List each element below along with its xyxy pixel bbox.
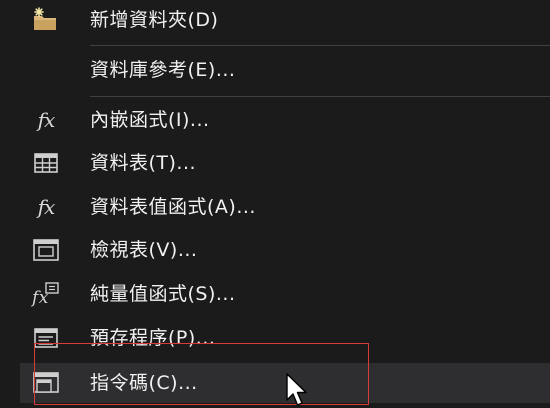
fx-function-icon: fx [37,108,56,132]
menu-item-view[interactable]: 檢視表(V)... [20,230,550,270]
new-folder-icon [30,6,62,34]
menu-item-label: 純量值函式(S)... [90,283,236,305]
menu-item-label: 資料庫參考(E)... [90,59,236,81]
menu-item-database-reference[interactable]: 資料庫參考(E)... [20,50,550,90]
menu-item-label: 資料表(T)... [90,152,197,174]
menu-item-label: 檢視表(V)... [90,239,198,261]
menu-item-label: 指令碼(C)... [90,372,198,394]
table-grid-icon [30,149,62,177]
menu-separator [90,96,550,97]
context-menu: 新增資料夾(D) 資料庫參考(E)... fx 內嵌函式(I)... 資料表(T… [0,0,550,408]
menu-item-table-valued-function[interactable]: fx 資料表值函式(A)... [20,187,550,227]
stored-procedure-icon [30,324,62,352]
script-window-icon [30,369,62,397]
view-window-icon [30,236,62,264]
menu-item-label: 內嵌函式(I)... [90,109,210,131]
menu-item-label: 新增資料夾(D) [90,9,219,31]
fx-function-icon: fx [37,195,56,219]
menu-item-inline-function[interactable]: fx 內嵌函式(I)... [20,100,550,140]
fx-scalar-function-icon: fx [30,280,62,308]
menu-item-stored-procedure[interactable]: 預存程序(P)... [20,318,550,358]
menu-item-label: 預存程序(P)... [90,327,216,349]
menu-item-table[interactable]: 資料表(T)... [20,143,550,183]
menu-item-scalar-function[interactable]: fx 純量值函式(S)... [20,274,550,314]
menu-item-label: 資料表值函式(A)... [90,196,256,218]
mouse-pointer-icon [285,372,309,408]
menu-separator [90,45,550,46]
menu-item-new-folder[interactable]: 新增資料夾(D) [20,0,550,40]
